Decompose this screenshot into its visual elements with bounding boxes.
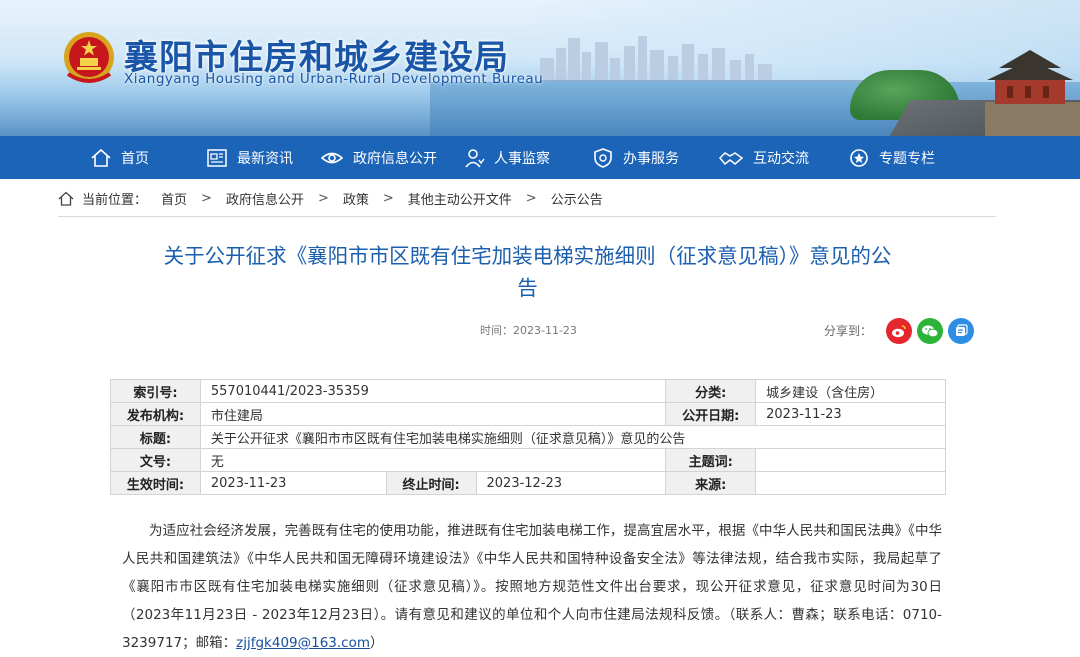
table-row: 文号: 无 主题词: xyxy=(110,448,946,472)
breadcrumb-link-other-files[interactable]: 其他主动公开文件 xyxy=(408,189,512,208)
site-subtitle: Xiangyang Housing and Urban-Rural Develo… xyxy=(124,71,544,87)
category-key: 分类: xyxy=(665,379,757,403)
title-value: 关于公开征求《襄阳市市区既有住宅加装电梯实施细则（征求意见稿）》意见的公告 xyxy=(199,425,947,449)
pubdate-value: 2023-11-23 xyxy=(755,402,946,426)
nav-item-label: 政府信息公开 xyxy=(353,150,437,167)
nav-item-label: 互动交流 xyxy=(753,150,809,167)
breadcrumb-link-policy[interactable]: 政策 xyxy=(343,189,369,208)
hands-icon xyxy=(718,151,744,165)
breadcrumb-separator: > xyxy=(525,190,537,206)
email-link[interactable]: zjjfgk409@163.com xyxy=(236,635,370,651)
breadcrumb-link-gov-info[interactable]: 政府信息公开 xyxy=(226,189,304,208)
article-title: 关于公开征求《襄阳市市区既有住宅加装电梯实施细则（征求意见稿）》意见的公 告 xyxy=(115,240,940,304)
table-row: 发布机构: 市住建局 公开日期: 2023-11-23 xyxy=(110,402,946,426)
publish-time: 时间：2023-11-23 xyxy=(480,324,577,337)
effective-key: 生效时间: xyxy=(110,471,201,495)
table-row: 标题: 关于公开征求《襄阳市市区既有住宅加装电梯实施细则（征求意见稿）》意见的公… xyxy=(110,425,947,449)
breadcrumb-link-home[interactable]: 首页 xyxy=(161,189,187,208)
article-title-line: 告 xyxy=(517,276,538,300)
article-title-line: 关于公开征求《襄阳市市区既有住宅加装电梯实施细则（征求意见稿）》意见的公 xyxy=(163,244,892,268)
source-key: 来源: xyxy=(665,471,757,495)
nav-item-news[interactable]: 最新资讯 xyxy=(206,136,293,179)
org-key: 发布机构: xyxy=(110,402,201,426)
body-closing: ） xyxy=(370,635,384,651)
nav-item-home[interactable]: 首页 xyxy=(90,136,149,179)
news-icon xyxy=(207,148,227,167)
wechat-icon xyxy=(922,325,939,338)
document-info-table: 索引号: 557010441/2023-35359 分类: 城乡建设（含住房） … xyxy=(110,379,947,495)
breadcrumb: 当前位置： 首页 > 政府信息公开 > 政策 > 其他主动公开文件 > 公示公告 xyxy=(58,186,603,210)
share-label: 分享到： xyxy=(824,324,873,338)
medal-icon xyxy=(850,148,868,167)
nav-item-special[interactable]: 专题专栏 xyxy=(848,136,935,179)
index-key: 索引号: xyxy=(110,379,201,403)
share-weibo-button[interactable] xyxy=(886,318,912,344)
eye-icon xyxy=(320,152,344,163)
person-icon xyxy=(465,148,485,168)
nav-item-label: 人事监察 xyxy=(494,150,550,167)
breadcrumb-separator: > xyxy=(317,190,329,206)
weibo-icon xyxy=(892,325,906,338)
city-gate-image xyxy=(985,50,1080,136)
docno-value: 无 xyxy=(199,448,667,472)
category-value: 城乡建设（含住房） xyxy=(755,379,946,403)
city-skyline-image xyxy=(540,36,870,88)
topic-key: 主题词: xyxy=(665,448,757,472)
breadcrumb-prefix: 当前位置： xyxy=(82,192,148,208)
table-row: 生效时间: 2023-11-23 终止时间: 2023-12-23 来源: xyxy=(110,471,946,495)
nav-item-label: 专题专栏 xyxy=(879,150,935,167)
breadcrumb-link-notices[interactable]: 公示公告 xyxy=(551,189,603,208)
effective-value: 2023-11-23 xyxy=(199,471,387,495)
org-value: 市住建局 xyxy=(199,402,667,426)
title-key: 标题: xyxy=(110,425,201,449)
article-body: 为适应社会经济发展，完善既有住宅的使用功能，推进既有住宅加装电梯工作，提高宜居水… xyxy=(122,517,942,657)
breadcrumb-separator: > xyxy=(382,190,394,206)
topic-value xyxy=(755,448,946,472)
end-value: 2023-12-23 xyxy=(475,471,667,495)
table-row: 索引号: 557010441/2023-35359 分类: 城乡建设（含住房） xyxy=(110,379,946,403)
home-icon xyxy=(91,148,111,167)
qzone-icon xyxy=(956,324,968,336)
nav-item-label: 办事服务 xyxy=(623,150,679,167)
home-icon xyxy=(58,191,74,206)
share-qzone-button[interactable] xyxy=(948,318,974,344)
national-emblem-logo xyxy=(64,32,114,83)
source-value xyxy=(755,471,946,495)
main-nav: 首页 最新资讯 政府信息公开 人事监察 办事服务 互动交流 专题专栏 xyxy=(0,136,1080,179)
divider xyxy=(58,216,996,217)
nav-item-gov-info[interactable]: 政府信息公开 xyxy=(320,136,437,179)
nav-item-label: 最新资讯 xyxy=(237,150,293,167)
nav-item-personnel[interactable]: 人事监察 xyxy=(463,136,550,179)
shield-icon xyxy=(594,147,612,168)
header-banner: 襄阳市住房和城乡建设局 Xiangyang Housing and Urban-… xyxy=(0,0,1080,136)
end-key: 终止时间: xyxy=(385,471,477,495)
share-wechat-button[interactable] xyxy=(917,318,943,344)
nav-item-services[interactable]: 办事服务 xyxy=(592,136,679,179)
docno-key: 文号: xyxy=(110,448,201,472)
pubdate-key: 公开日期: xyxy=(665,402,757,426)
breadcrumb-separator: > xyxy=(201,190,212,206)
nav-item-label: 首页 xyxy=(121,150,149,167)
index-value: 557010441/2023-35359 xyxy=(199,379,667,403)
nav-item-interaction[interactable]: 互动交流 xyxy=(718,136,809,179)
body-paragraph: 为适应社会经济发展，完善既有住宅的使用功能，推进既有住宅加装电梯工作，提高宜居水… xyxy=(122,523,942,651)
